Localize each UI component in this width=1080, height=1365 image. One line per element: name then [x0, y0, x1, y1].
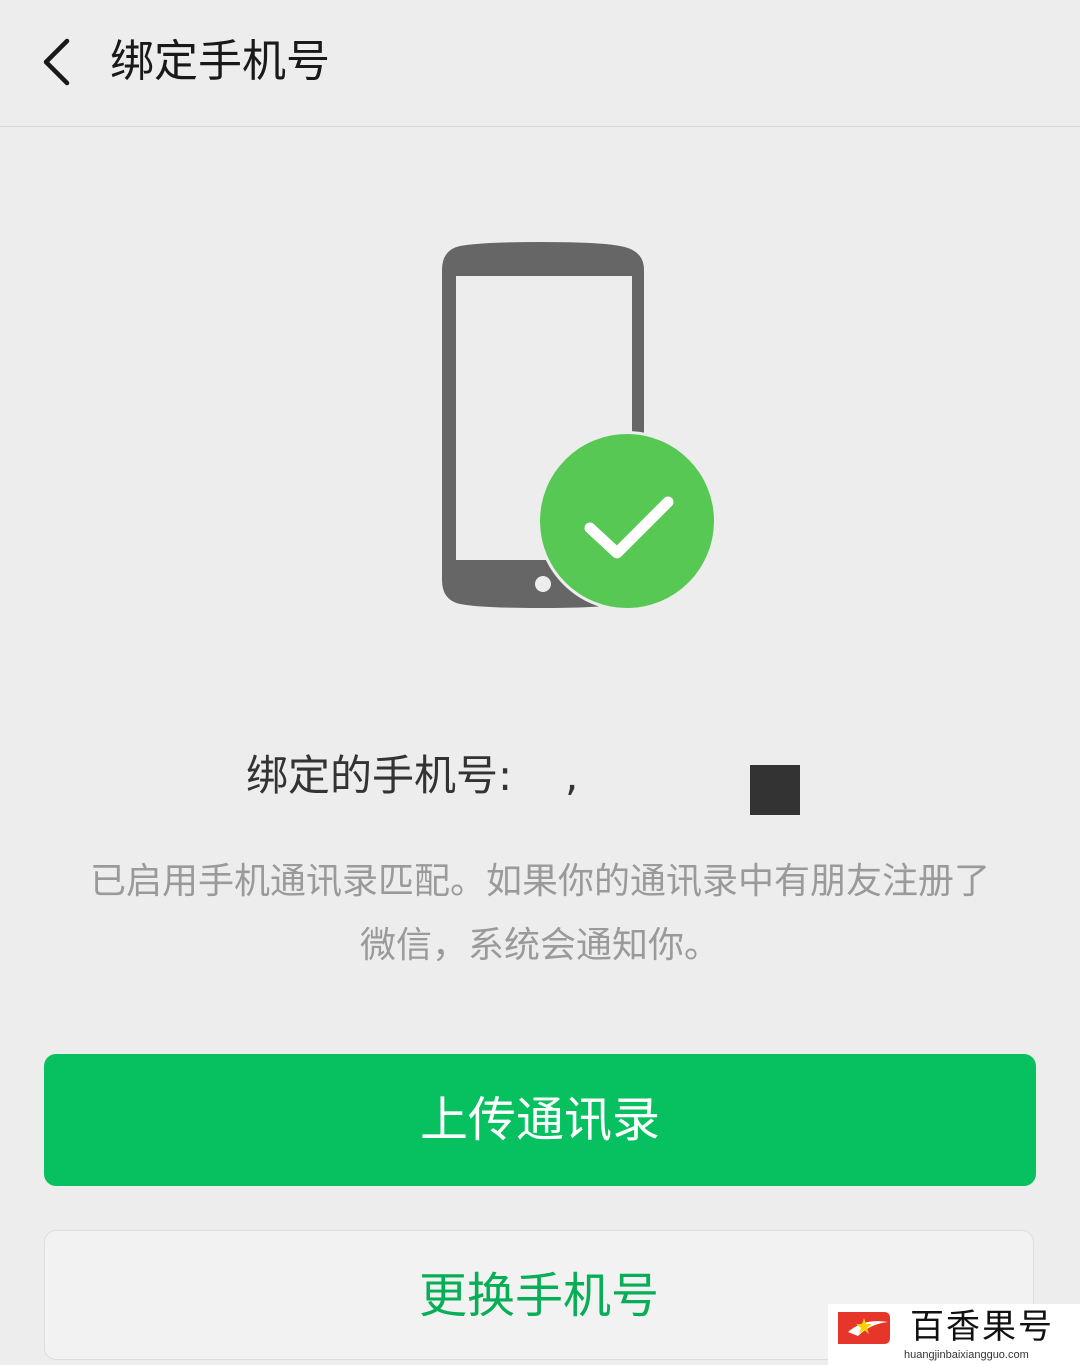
chevron-left-icon [43, 38, 70, 86]
description-line-1: 已启用手机通讯录匹配。如果你的通讯录中有朋友注册了 [89, 861, 990, 902]
logo-icon [838, 1312, 890, 1344]
page-title: 绑定手机号 [110, 36, 330, 87]
bound-phone-row: 绑定的手机号: , [0, 748, 1080, 815]
nav-bar: 绑定手机号 [0, 0, 1080, 127]
upload-contacts-button[interactable]: 上传通讯录 [44, 1054, 1036, 1186]
contact-matching-description: 已启用手机通讯录匹配。如果你的通讯录中有朋友注册了 微信，系统会通知你。 [40, 850, 1040, 978]
bound-phone-label: 绑定的手机号: [246, 751, 513, 800]
watermark-title: 百香果号 [910, 1307, 1054, 1347]
phone-bound-illustration [440, 240, 720, 624]
bound-phone-value: , [565, 751, 579, 800]
checkmark-circle-icon [537, 431, 717, 611]
watermark: 百香果号 huangjinbaixiangguo.com [828, 1304, 1080, 1365]
phone-number-mask [750, 765, 800, 815]
watermark-url: huangjinbaixiangguo.com [904, 1349, 1029, 1361]
back-button[interactable] [28, 30, 84, 94]
description-line-2: 微信，系统会通知你。 [359, 925, 720, 966]
